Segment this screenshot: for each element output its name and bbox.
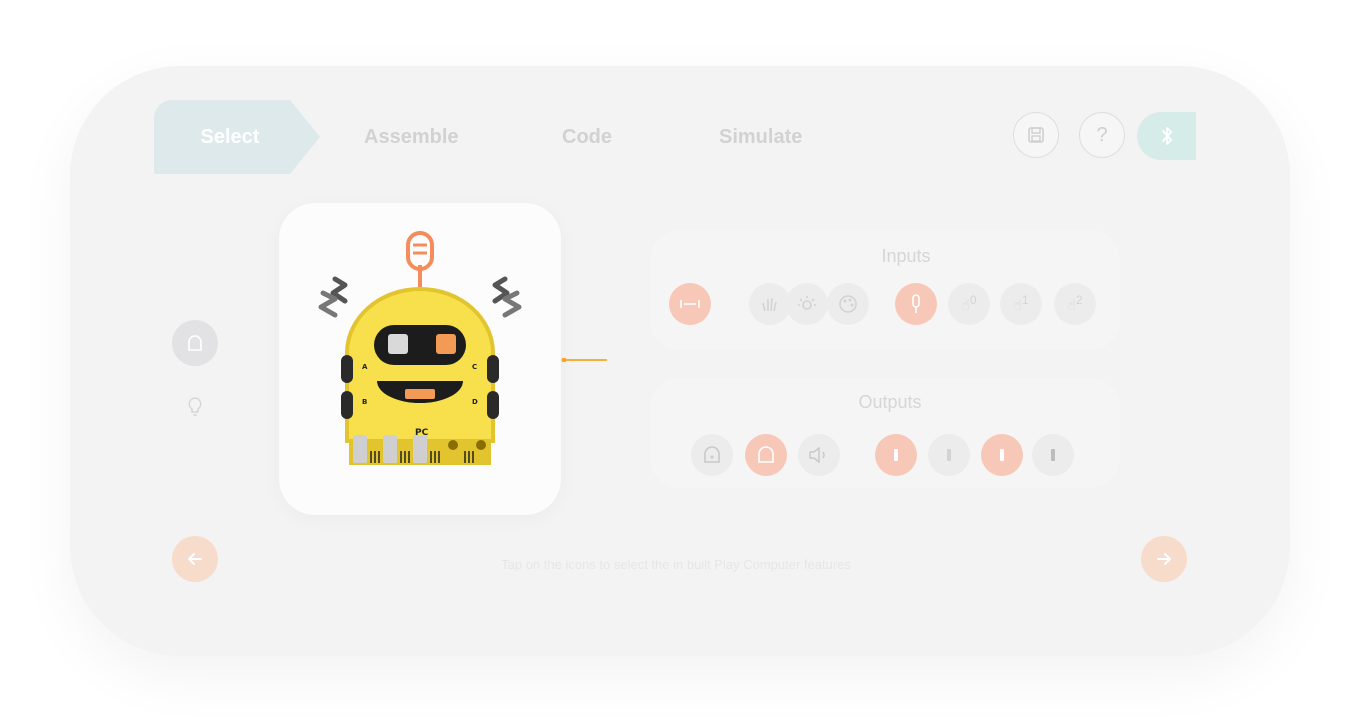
arrow-right-icon [1157,553,1171,565]
color-sensor-icon [839,295,857,313]
button-0-label: 0 [970,294,977,308]
svg-text:B: B [362,398,367,406]
tab-code[interactable]: Code [562,100,612,174]
face-display-alt-chip[interactable] [745,434,787,476]
side-tab-bulb[interactable] [185,396,205,418]
outputs-panel: Outputs [650,378,1120,488]
help-label: ? [1096,123,1108,146]
face-display-alt-icon [758,446,774,463]
button-2-chip[interactable]: ☝2 [1054,283,1096,325]
motor-icon [947,449,951,461]
play-computer-illustration: A B C D PC [318,231,522,465]
light-sensor-chip[interactable] [786,283,828,325]
save-button[interactable] [1013,112,1059,158]
inputs-panel: Inputs ☝0 ☝1 ☝2 [650,230,1120,350]
motor-icon [1051,449,1055,461]
motor-a-chip[interactable] [875,434,917,476]
color-sensor-chip[interactable] [827,283,869,325]
bluetooth-icon [1161,127,1172,145]
tab-select[interactable]: Select [154,100,320,174]
distance-sensor-icon [680,300,700,308]
speaker-chip[interactable] [798,434,840,476]
robot-card[interactable]: A B C D PC [279,203,561,515]
motor-b-chip[interactable] [928,434,970,476]
button-1-chip[interactable]: ☝1 [1000,283,1042,325]
inputs-title: Inputs [881,246,931,266]
side-tab-robot[interactable] [172,320,218,366]
svg-text:A: A [362,363,368,371]
step-navigation: Select Assemble Code Simulate [154,100,854,174]
button-1-label: 1 [1022,294,1029,308]
button-2-icon: ☝2 [1067,294,1083,313]
bluetooth-button[interactable] [1137,112,1196,160]
face-display-chip[interactable] [691,434,733,476]
distance-sensor-chip[interactable] [669,283,711,325]
gesture-icon [762,297,777,312]
motor-d-chip[interactable] [1032,434,1074,476]
button-0-icon: ☝0 [961,294,977,313]
button-2-label: 2 [1076,294,1083,308]
motor-c-chip[interactable] [981,434,1023,476]
microphone-antenna-icon [406,231,434,293]
help-button[interactable]: ? [1079,112,1125,158]
tab-assemble[interactable]: Assemble [364,100,459,174]
svg-text:C: C [472,363,477,371]
svg-text:D: D [472,398,478,406]
connector-line [561,358,607,362]
svg-text:PC: PC [415,428,429,438]
tab-simulate[interactable]: Simulate [719,100,802,174]
gesture-chip[interactable] [749,283,791,325]
light-sensor-icon [798,296,816,310]
bulb-icon [188,397,202,416]
motor-icon [894,449,898,461]
face-display-icon [704,446,720,463]
robot-outline-icon [188,335,202,351]
speaker-icon [809,447,825,463]
button-0-chip[interactable]: ☝0 [948,283,990,325]
motor-icon [1000,449,1004,461]
outputs-title: Outputs [858,392,922,412]
next-button[interactable] [1141,536,1187,582]
button-1-icon: ☝1 [1013,294,1029,313]
microphone-chip[interactable] [895,283,937,325]
vibration-right-icon [492,276,522,318]
vibration-left-icon [318,276,348,318]
save-icon [1028,127,1044,143]
microphone-icon [912,294,920,313]
